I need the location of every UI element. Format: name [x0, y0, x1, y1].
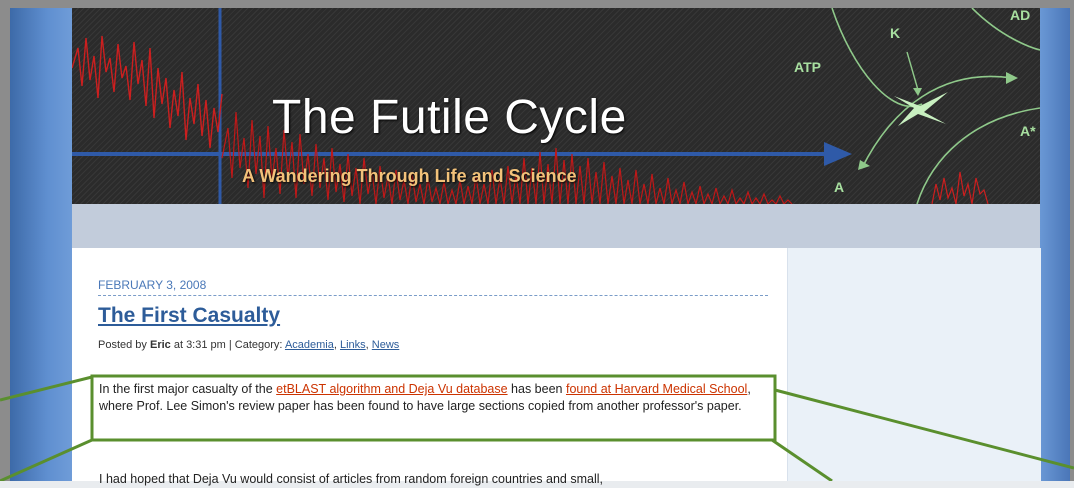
paragraph-text: has been [507, 382, 566, 396]
category-link-news[interactable]: News [372, 339, 400, 351]
diagram-arrowhead-right [1006, 72, 1018, 84]
nav-bar [72, 204, 1040, 248]
diagram-label-k: K [890, 25, 900, 41]
diagram-label-atp: ATP [794, 59, 821, 75]
header-axis-arrowhead [824, 142, 852, 166]
post-author: Eric [149, 339, 171, 351]
paragraph-text: In the first major casualty of the [99, 382, 277, 396]
blog-page: ATP K AD A* A The Futile Cycle A Wanderi… [72, 8, 1041, 486]
post-title-link[interactable]: The First Casualty [98, 304, 280, 328]
diagram-arrowhead-left [858, 160, 870, 170]
harvard-medical-school-link[interactable]: found at Harvard Medical School [566, 382, 747, 396]
post-meta: Posted by Eric at 3:31 pm | Category: Ac… [98, 339, 399, 351]
posted-by-label: Posted by [98, 339, 150, 351]
blog-title[interactable]: The Futile Cycle [272, 90, 627, 145]
category-link-links[interactable]: Links [340, 339, 366, 351]
header-signal-left [72, 35, 223, 149]
category-link-academia[interactable]: Academia [285, 339, 334, 351]
left-background-bar [10, 8, 72, 481]
blog-subtitle: A Wandering Through Life and Science [242, 166, 577, 186]
post-date: FEBRUARY 3, 2008 [98, 278, 768, 296]
diagram-label-ad: AD [1010, 8, 1030, 23]
blog-header-banner: ATP K AD A* A The Futile Cycle A Wanderi… [72, 8, 1040, 204]
post-paragraph-2: I had hoped that Deja Vu would consist o… [99, 472, 603, 486]
right-background-bar [1040, 8, 1070, 481]
diagram-arrow-k [906, 51, 919, 91]
etblast-dejavu-link[interactable]: etBLAST algorithm and Deja Vu database [276, 382, 507, 396]
diagram-arrowhead-k [913, 88, 922, 96]
post-paragraph-1: In the first major casualty of the etBLA… [99, 381, 771, 415]
sidebar [787, 248, 1041, 481]
diagram-label-a: A [834, 179, 844, 195]
post-time-category-label: at 3:31 pm | Category: [170, 339, 285, 351]
diagram-label-a-star: A* [1020, 123, 1036, 139]
header-signal-right [931, 171, 989, 204]
